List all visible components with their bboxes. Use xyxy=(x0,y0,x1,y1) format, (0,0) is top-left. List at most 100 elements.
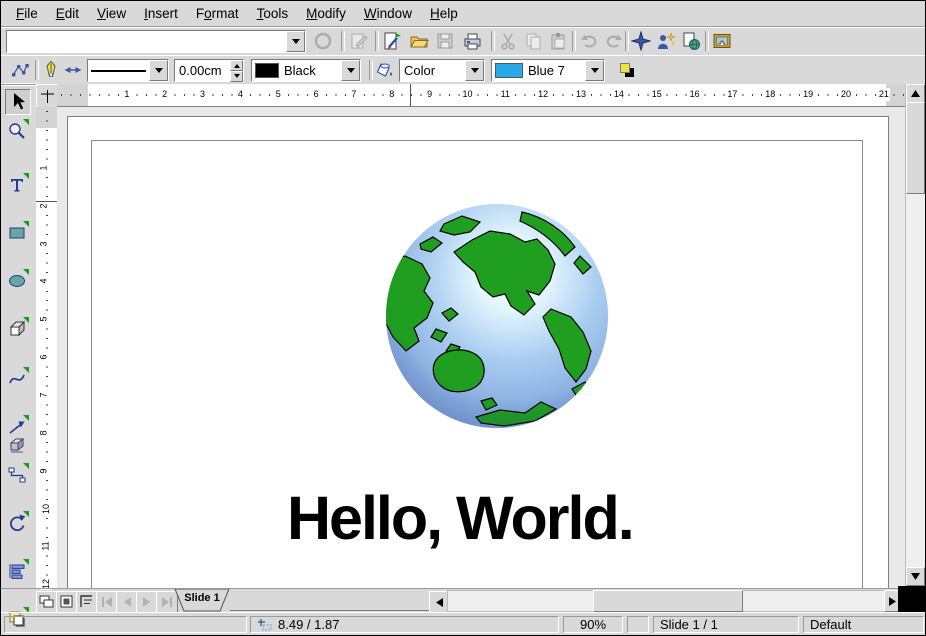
ruler-origin-button[interactable] xyxy=(36,84,59,108)
text-icon xyxy=(7,175,27,195)
slide-title-text[interactable]: Hello, World. xyxy=(287,483,633,553)
master-view-button[interactable] xyxy=(56,591,78,613)
ruler-number: 6 xyxy=(313,88,320,101)
scroll-up-button[interactable] xyxy=(906,84,925,103)
menu-modify[interactable]: Modify xyxy=(297,3,355,24)
print-button[interactable] xyxy=(460,29,484,53)
status-page-style[interactable]: Default xyxy=(803,616,924,633)
line-width-stepper[interactable]: 0.00cm xyxy=(174,59,244,82)
line-color-value: Black xyxy=(284,63,316,78)
menu-view[interactable]: View xyxy=(88,3,135,24)
autopilot-button[interactable] xyxy=(654,29,678,53)
ruler-number: 8 xyxy=(388,88,395,101)
new-document-button[interactable] xyxy=(380,29,404,53)
redo-button[interactable] xyxy=(602,29,626,53)
status-zoom[interactable]: 90% xyxy=(563,616,623,633)
tool-curve[interactable] xyxy=(5,367,29,391)
status-position[interactable]: 8.49 / 1.87 xyxy=(250,616,559,633)
arrow-style-button[interactable] xyxy=(61,58,85,82)
save-button[interactable] xyxy=(433,29,457,53)
chevron-up-icon xyxy=(234,61,240,68)
stop-button[interactable] xyxy=(311,29,335,53)
app-window: File Edit View Insert Format Tools Modif… xyxy=(0,0,926,636)
cube-icon xyxy=(7,319,27,339)
vertical-scrollbar[interactable] xyxy=(905,84,925,585)
url-dropdown-button[interactable] xyxy=(286,31,305,52)
previous-icon xyxy=(120,595,134,609)
menu-format[interactable]: Format xyxy=(187,3,248,24)
layer-view-button[interactable] xyxy=(76,591,98,613)
undo-button[interactable] xyxy=(577,29,601,53)
menu-help[interactable]: Help xyxy=(421,3,467,24)
fill-type-dropdown-button[interactable] xyxy=(465,60,484,81)
line-style-dropdown-button[interactable] xyxy=(149,60,168,81)
spin-up-button[interactable] xyxy=(230,60,243,71)
tool-3d-objects[interactable] xyxy=(5,317,29,341)
ruler-number: 1 xyxy=(123,88,130,101)
fill-button[interactable] xyxy=(373,58,397,82)
fill-type-select[interactable]: Color xyxy=(399,59,485,82)
tool-rectangle[interactable] xyxy=(5,221,29,245)
tool-text[interactable] xyxy=(5,173,29,197)
tool-effects[interactable] xyxy=(5,433,29,457)
horizontal-scrollbar-thumb[interactable] xyxy=(593,590,743,612)
ruler-number: 4 xyxy=(38,278,50,285)
line-color-dropdown-button[interactable] xyxy=(341,60,360,81)
ruler-ticks xyxy=(61,94,905,96)
tool-alignment[interactable] xyxy=(5,559,29,583)
menu-file[interactable]: File xyxy=(7,3,47,24)
status-slide-number[interactable]: Slide 1 / 1 xyxy=(653,616,799,633)
url-input[interactable] xyxy=(7,31,286,52)
edit-file-button[interactable] xyxy=(347,29,371,53)
tab-slide-1[interactable]: Slide 1 xyxy=(174,589,230,612)
previous-slide-button[interactable] xyxy=(116,591,138,613)
chevron-down-icon xyxy=(234,74,240,81)
arrow-left-icon xyxy=(435,598,444,607)
separator xyxy=(375,31,379,51)
tool-connector[interactable] xyxy=(5,463,29,487)
scroll-down-button[interactable] xyxy=(906,567,925,586)
vertical-ruler[interactable]: 123456789101112 xyxy=(36,107,58,588)
spin-down-button[interactable] xyxy=(230,71,243,82)
menu-window[interactable]: Window xyxy=(355,3,421,24)
first-slide-button[interactable] xyxy=(96,591,118,613)
slide-view-button[interactable] xyxy=(36,591,58,613)
status-bar: 8.49 / 1.87 90% Slide 1 / 1 Default xyxy=(1,612,925,636)
fill-color-dropdown-button[interactable] xyxy=(585,60,604,81)
paste-button[interactable] xyxy=(546,29,570,53)
vertical-scrollbar-thumb[interactable] xyxy=(906,102,925,194)
object-toolbar: 0.00cm Black Color Blue 7 xyxy=(1,55,925,85)
globe-graphic[interactable] xyxy=(384,202,610,430)
hscroll-left-button[interactable] xyxy=(429,591,449,613)
curve-icon xyxy=(7,369,27,389)
open-button[interactable] xyxy=(407,29,431,53)
hyperlink-button[interactable] xyxy=(679,29,703,53)
main-toolbox xyxy=(1,83,37,589)
horizontal-ruler[interactable]: 123456789101112131415161718192021 xyxy=(57,84,905,107)
tool-select[interactable] xyxy=(5,89,31,115)
next-slide-button[interactable] xyxy=(136,591,158,613)
drawing-canvas[interactable]: Hello, World. xyxy=(57,107,905,588)
ruler-number: 14 xyxy=(613,88,625,101)
menu-insert[interactable]: Insert xyxy=(135,3,187,24)
navigator-button[interactable] xyxy=(629,29,653,53)
line-color-select[interactable]: Black xyxy=(251,59,361,82)
cut-button[interactable] xyxy=(496,29,520,53)
line-width-value[interactable]: 0.00cm xyxy=(175,60,230,81)
tool-ellipse[interactable] xyxy=(5,269,29,293)
line-button[interactable] xyxy=(39,58,63,82)
ruler-number: 7 xyxy=(38,391,50,398)
line-style-select[interactable] xyxy=(87,59,169,82)
menu-edit[interactable]: Edit xyxy=(47,3,88,24)
menu-tools[interactable]: Tools xyxy=(248,3,298,24)
gallery-button[interactable] xyxy=(710,29,734,53)
edit-points-button[interactable] xyxy=(8,58,32,82)
copy-button[interactable] xyxy=(521,29,545,53)
shadow-button[interactable] xyxy=(615,58,639,82)
ruler-number: 19 xyxy=(802,88,814,101)
tool-rotate[interactable] xyxy=(5,511,29,535)
tool-zoom[interactable] xyxy=(5,119,29,143)
line-color-swatch xyxy=(255,63,279,78)
url-combobox[interactable] xyxy=(6,30,306,53)
fill-color-select[interactable]: Blue 7 xyxy=(491,59,605,82)
